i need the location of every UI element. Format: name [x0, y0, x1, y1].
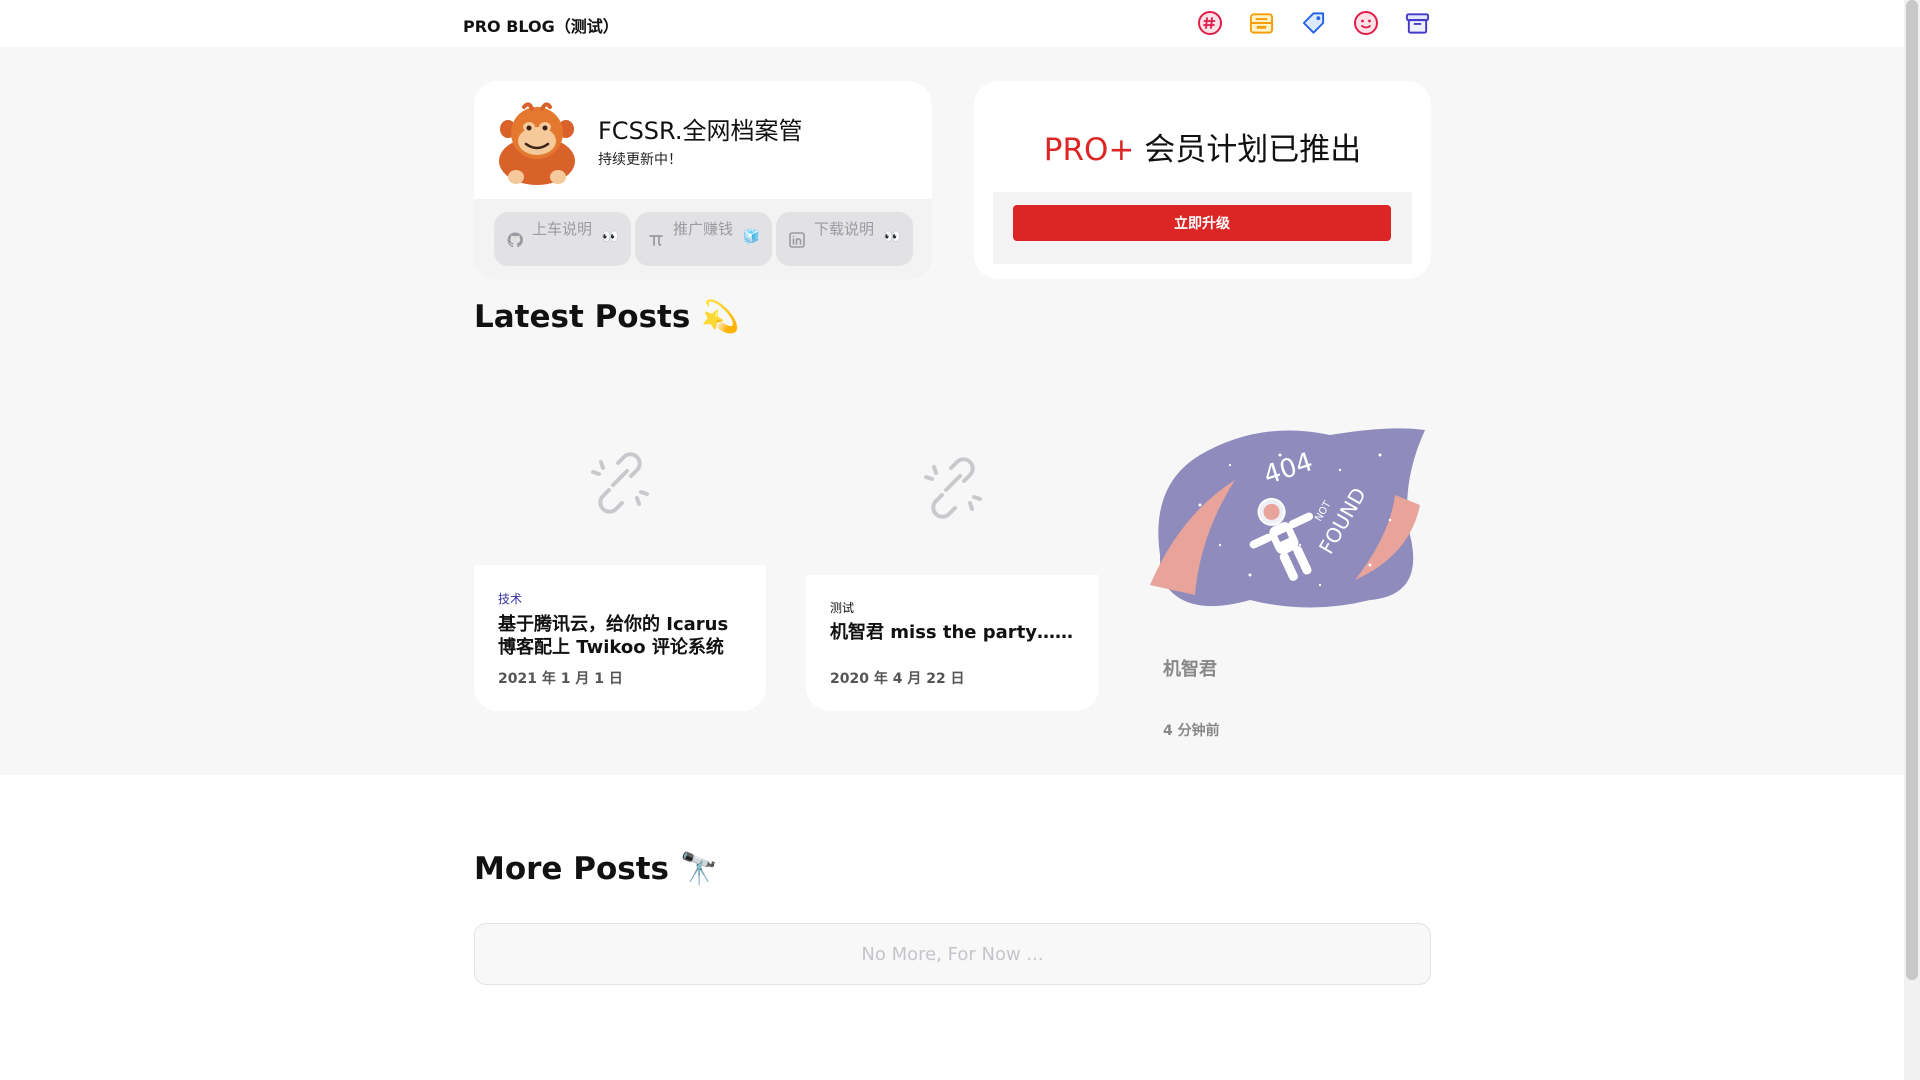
inbox-stack-icon[interactable] [1248, 9, 1275, 36]
link-label: 上车说明 [532, 220, 593, 238]
post-card[interactable]: 测试 机智君 miss the party…… 2020 年 4 月 22 日 [806, 400, 1099, 711]
scrollbar-thumb[interactable] [1906, 0, 1918, 980]
post-body: 技术 基于腾讯云，给你的 Icarus 博客配上 Twikoo 评论系统 202… [474, 565, 766, 711]
more-posts-heading: More Posts 🔭 [474, 851, 719, 887]
link-button-promote-earn[interactable]: 推广赚钱 🧊 [635, 212, 772, 266]
post-card[interactable]: 404 NOT FOUND 机智君 4 分钟前 [1139, 425, 1431, 761]
pro-action-area: 立即升级 [993, 192, 1412, 264]
link-label: 推广赚钱 [673, 220, 734, 238]
link-button-download-guide[interactable]: 下载说明 👀 [776, 212, 913, 266]
pro-title: PRO+ 会员计划已推出 [974, 124, 1431, 169]
link-label: 下载说明 [814, 220, 875, 238]
archive-box-icon[interactable] [1404, 9, 1431, 36]
broken-link-icon [923, 456, 982, 519]
no-more-posts-message: No More, For Now ... [474, 923, 1431, 985]
profile-card: FCSSR.全网档案管 持续更新中！ 上车说明 👀 推广赚钱 🧊 下载说明 👀 [474, 81, 932, 280]
linkedin-icon [789, 232, 805, 248]
post-title[interactable]: 机智君 miss the party…… [830, 621, 1080, 644]
post-card[interactable]: 技术 基于腾讯云，给你的 Icarus 博客配上 Twikoo 评论系统 202… [474, 400, 766, 711]
post-date: 4 分钟前 [1163, 723, 1220, 739]
latest-posts-heading: Latest Posts 💫 [474, 299, 740, 335]
ice-cube-emoji-icon: 🧊 [742, 229, 760, 245]
upgrade-button[interactable]: 立即升级 [1013, 205, 1391, 241]
broken-image-placeholder [806, 400, 1099, 575]
pro-title-accent: PRO+ [1043, 132, 1135, 168]
post-title[interactable]: 机智君 [1163, 658, 1403, 681]
pi-icon [649, 235, 663, 246]
hashtag-icon[interactable] [1196, 9, 1223, 36]
nav-icon-group [1196, 9, 1431, 36]
broken-image-placeholder [474, 400, 766, 565]
site-brand[interactable]: PRO BLOG（测试） [463, 13, 619, 37]
post-body: 测试 机智君 miss the party…… 2020 年 4 月 22 日 [806, 575, 1099, 711]
github-icon [507, 232, 523, 248]
profile-bio: 持续更新中！ [598, 152, 682, 168]
profile-header: FCSSR.全网档案管 持续更新中！ [474, 81, 932, 199]
link-button-boarding-guide[interactable]: 上车说明 👀 [494, 212, 631, 266]
smiley-face-icon[interactable] [1352, 9, 1379, 36]
avatar[interactable] [494, 99, 580, 185]
top-navbar: PRO BLOG（测试） [0, 0, 1904, 47]
pro-title-text: 会员计划已推出 [1134, 132, 1362, 168]
tag-icon[interactable] [1300, 9, 1327, 36]
eyes-emoji-icon: 👀 [883, 229, 901, 245]
post-date: 2020 年 4 月 22 日 [830, 671, 965, 687]
profile-name: FCSSR.全网档案管 [598, 117, 803, 145]
eyes-emoji-icon: 👀 [601, 229, 619, 245]
pro-membership-card: PRO+ 会员计划已推出 立即升级 [974, 81, 1431, 279]
page-scrollbar[interactable] [1904, 0, 1920, 1080]
post-category-tag[interactable]: 技术 [498, 590, 522, 607]
post-category-tag[interactable]: 测试 [830, 599, 854, 616]
post-title[interactable]: 基于腾讯云，给你的 Icarus 博客配上 Twikoo 评论系统 [498, 613, 738, 659]
broken-link-icon [591, 451, 649, 514]
post-date: 2021 年 1 月 1 日 [498, 671, 623, 687]
profile-links: 上车说明 👀 推广赚钱 🧊 下载说明 👀 [494, 212, 913, 266]
not-found-illustration: 404 NOT FOUND [1139, 425, 1431, 615]
